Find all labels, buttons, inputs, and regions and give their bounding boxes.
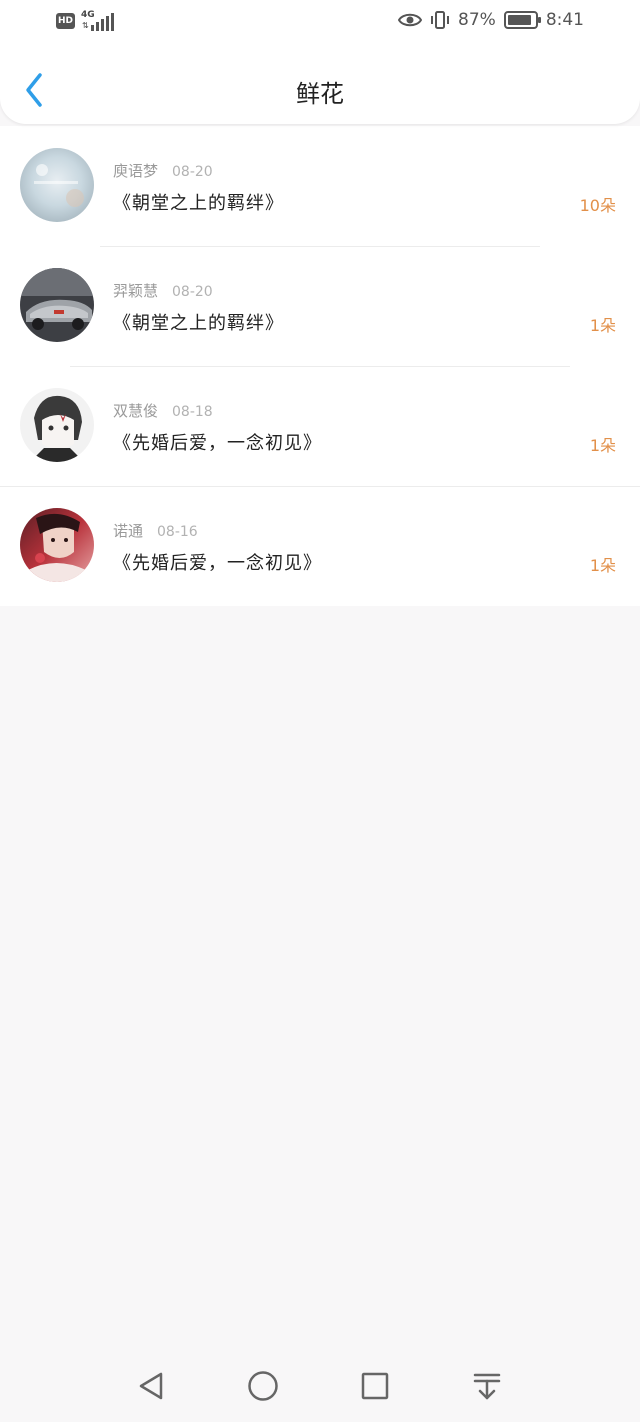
- divider: [100, 246, 540, 247]
- status-bar: HD 4G ⇅ 87% 8:41: [0, 0, 640, 44]
- flower-gift-list: 庾语梦 08-20 《朝堂之上的羁绊》 10朵 羿颖慧 08-20 《朝堂之上的羁绊…: [0, 126, 640, 606]
- user-name: 庾语梦: [113, 162, 159, 180]
- gift-date: 08-20: [172, 284, 213, 300]
- eye-icon: [398, 13, 423, 27]
- avatar: [20, 388, 94, 462]
- user-name: 羿颖慧: [113, 282, 159, 300]
- divider: [70, 366, 570, 367]
- list-item[interactable]: 诺通 08-16 《先婚后爱，一念初见》 1朵: [0, 486, 640, 606]
- user-name: 双慧俊: [113, 402, 159, 420]
- flower-count: 1朵: [589, 316, 616, 335]
- gift-date: 08-20: [172, 164, 213, 180]
- list-item[interactable]: 双慧俊 08-18 《先婚后爱，一念初见》 1朵: [0, 366, 640, 486]
- vibrate-icon: [431, 11, 450, 29]
- back-triangle-icon: [139, 1372, 163, 1400]
- data-arrows-icon: ⇅: [82, 21, 89, 30]
- system-recents-button[interactable]: [357, 1368, 393, 1404]
- avatar: [20, 268, 94, 342]
- flower-count: 1朵: [589, 436, 616, 455]
- divider: [0, 486, 640, 487]
- gift-meta: 羿颖慧 08-20: [113, 280, 213, 301]
- status-right: 87% 8:41: [398, 10, 584, 30]
- book-title[interactable]: 《朝堂之上的羁绊》: [113, 309, 284, 335]
- gift-meta: 庾语梦 08-20: [113, 160, 213, 181]
- avatar: [20, 148, 94, 222]
- book-title[interactable]: 《先婚后爱，一念初见》: [113, 429, 322, 455]
- page-title: 鲜花: [296, 80, 344, 108]
- flower-count: 1朵: [589, 556, 616, 575]
- top-bar: HD 4G ⇅ 87% 8:41 鲜花: [0, 0, 640, 124]
- home-circle-icon: [248, 1371, 278, 1401]
- signal-icon: 4G ⇅: [81, 10, 114, 32]
- system-back-button[interactable]: [133, 1368, 169, 1404]
- system-notification-button[interactable]: [469, 1368, 505, 1404]
- gift-meta: 双慧俊 08-18: [113, 400, 213, 421]
- system-nav-bar: [0, 1350, 640, 1422]
- nav-bar: 鲜花: [0, 56, 640, 124]
- flower-count: 10朵: [579, 196, 616, 215]
- book-title[interactable]: 《先婚后爱，一念初见》: [113, 549, 322, 575]
- status-left: HD 4G ⇅: [56, 10, 114, 32]
- user-name: 诺通: [113, 522, 144, 540]
- gift-meta: 诺通 08-16: [113, 520, 198, 541]
- list-item[interactable]: 羿颖慧 08-20 《朝堂之上的羁绊》 1朵: [0, 246, 640, 366]
- hd-badge: HD: [56, 13, 75, 29]
- clock: 8:41: [545, 10, 584, 30]
- gift-date: 08-16: [157, 524, 198, 540]
- battery-icon: [503, 11, 541, 29]
- recents-square-icon: [361, 1372, 389, 1400]
- gift-date: 08-18: [172, 404, 213, 420]
- system-home-button[interactable]: [245, 1368, 281, 1404]
- signal-bars-icon: [91, 13, 114, 31]
- list-item[interactable]: 庾语梦 08-20 《朝堂之上的羁绊》 10朵: [0, 126, 640, 246]
- avatar: [20, 508, 94, 582]
- battery-percent: 87%: [458, 10, 496, 30]
- notification-pulldown-icon: [473, 1373, 501, 1400]
- book-title[interactable]: 《朝堂之上的羁绊》: [113, 189, 284, 215]
